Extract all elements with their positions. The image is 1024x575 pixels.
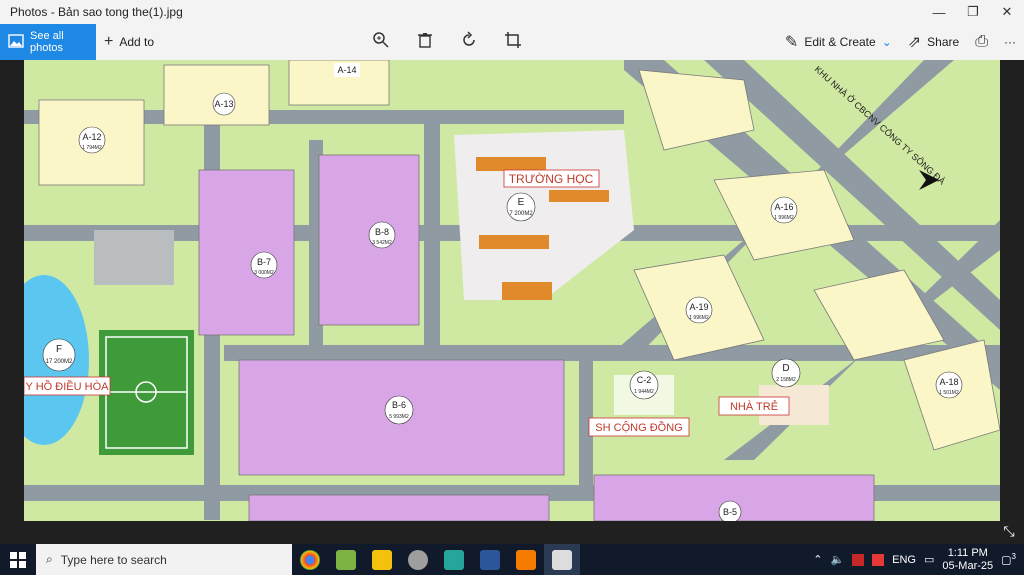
add-to-label: Add to [119, 35, 155, 49]
notifications-icon[interactable]: ▢3 [1001, 552, 1016, 567]
clock-time: 1:11 PM [947, 546, 988, 559]
lot-a18-label: A-18 [939, 377, 958, 387]
lot-b5-label: B-5 [723, 507, 737, 517]
see-all-label: See all photos [30, 30, 64, 54]
share-icon: ⇗ [907, 34, 922, 51]
maximize-button[interactable]: ❐ [956, 0, 990, 24]
lot-a19-area: 1 996M2 [689, 315, 709, 321]
network-icon[interactable]: ▭ [924, 553, 934, 566]
search-icon: ⌕ [46, 552, 53, 566]
shield-icon[interactable] [872, 553, 885, 566]
lot-d-area: 2 158M2 [776, 377, 796, 383]
share-button[interactable]: ⇗ Share [900, 24, 967, 60]
expand-icon[interactable]: ⤡ [1000, 522, 1018, 540]
tray-app-icon[interactable] [852, 553, 865, 566]
see-all-photos-button[interactable]: See all photos [0, 24, 96, 60]
chrome-app[interactable] [292, 544, 328, 575]
lot-a16-area: 1 996M2 [774, 215, 794, 221]
app-5[interactable] [436, 544, 472, 575]
clock-date: 05-Mar-25 [942, 559, 994, 572]
lot-b7-area: 3 000M2 [254, 270, 274, 276]
taskbar: ⌕ Type here to search ⌃ 🔈 ENG ▭ 1:11 PM … [0, 544, 1024, 575]
start-button[interactable] [0, 544, 36, 575]
lot-c2-label: C-2 [637, 375, 652, 385]
photos-icon [8, 33, 24, 51]
nursery-label: NHÀ TRẺ [730, 400, 778, 413]
greenshot-icon [336, 549, 356, 570]
clock[interactable]: 1:11 PM 05-Mar-25 [942, 547, 993, 573]
app-7[interactable] [508, 544, 544, 575]
photos-icon [552, 549, 572, 570]
app-7-icon [516, 549, 536, 570]
lot-b8-label: B-8 [375, 227, 389, 237]
delete-icon[interactable] [416, 31, 434, 54]
school-label: TRƯỜNG HỌC [509, 171, 594, 186]
file-explorer-app[interactable] [364, 544, 400, 575]
greenshot-app[interactable] [328, 544, 364, 575]
chevron-up-icon[interactable]: ⌃ [813, 553, 822, 566]
edit-icon: ✎ [784, 34, 799, 51]
photos-app[interactable] [544, 544, 580, 575]
share-label: Share [927, 35, 960, 49]
minimize-button[interactable]: — [922, 0, 956, 24]
lot-a16-label: A-16 [774, 202, 793, 212]
folder-icon [372, 549, 392, 570]
taskbar-search[interactable]: ⌕ Type here to search [36, 544, 292, 575]
lot-d-label: D [782, 363, 789, 374]
lot-f-area: 17 200M2 [46, 359, 73, 365]
search-placeholder: Type here to search [60, 552, 167, 567]
close-button[interactable]: ✕ [990, 0, 1024, 24]
lot-b7-label: B-7 [257, 257, 271, 267]
word-app[interactable] [472, 544, 508, 575]
more-icon: ··· [1004, 35, 1016, 49]
lot-b6-area: 5 993M2 [389, 414, 409, 420]
edit-create-button[interactable]: ✎ Edit & Create ⌄ [777, 24, 900, 60]
word-icon [480, 549, 500, 570]
lot-f-label: F [56, 344, 62, 355]
title-bar: Photos - Bản sao tong the(1).jpg — ❐ ✕ [0, 0, 1024, 24]
community-label: SH CỘNG ĐỒNG [595, 421, 682, 434]
print-icon: ⎙ [975, 33, 988, 50]
windows-icon [10, 551, 26, 568]
notification-count: 3 [1011, 552, 1016, 562]
window-title: Photos - Bản sao tong the(1).jpg [10, 5, 183, 19]
lot-b8-area: 3 542M2 [372, 240, 392, 246]
lot-c2-area: 1 944M2 [634, 389, 654, 395]
rotate-icon[interactable] [460, 30, 478, 54]
photo-viewer: A-14 A-13 A-12 1 794M2 B-7 3 000M2 B-8 3… [0, 60, 1024, 544]
chrome-icon [300, 549, 320, 570]
lot-b6-label: B-6 [392, 400, 406, 410]
lot-a13-label: A-13 [214, 99, 233, 109]
crop-icon[interactable] [504, 31, 522, 54]
zoom-icon[interactable] [372, 31, 390, 54]
lot-a12-label: A-12 [82, 132, 101, 142]
lot-e-label: E [518, 197, 525, 208]
app-5-icon [444, 549, 464, 570]
app-4[interactable] [400, 544, 436, 575]
disk-icon [408, 549, 428, 570]
language-indicator[interactable]: ENG [892, 554, 916, 566]
lot-a12-area: 1 794M2 [82, 145, 102, 151]
more-button[interactable]: ··· [996, 24, 1024, 60]
add-to-button[interactable]: + Add to [96, 24, 162, 60]
toolbar: See all photos + Add to ✎ Edit & Create … [0, 24, 1024, 60]
lake-label: Y HỒ ĐIỀU HÒA [26, 380, 110, 393]
plus-icon: + [104, 33, 114, 50]
volume-icon[interactable]: 🔈 [830, 553, 844, 566]
lot-a14-label: A-14 [337, 65, 356, 75]
chevron-down-icon: ⌄ [881, 35, 892, 49]
lot-e-area: 7 200M2 [509, 211, 533, 217]
edit-create-label: Edit & Create [804, 35, 876, 49]
lot-a18-area: 1 501M2 [939, 390, 959, 396]
print-button[interactable]: ⎙ [967, 24, 996, 60]
site-plan-drawing: A-14 A-13 A-12 1 794M2 B-7 3 000M2 B-8 3… [24, 60, 1000, 521]
site-plan-image: A-14 A-13 A-12 1 794M2 B-7 3 000M2 B-8 3… [24, 60, 1000, 521]
lot-a19-label: A-19 [689, 302, 708, 312]
system-tray: ⌃ 🔈 ENG ▭ 1:11 PM 05-Mar-25 ▢3 [813, 547, 1024, 573]
